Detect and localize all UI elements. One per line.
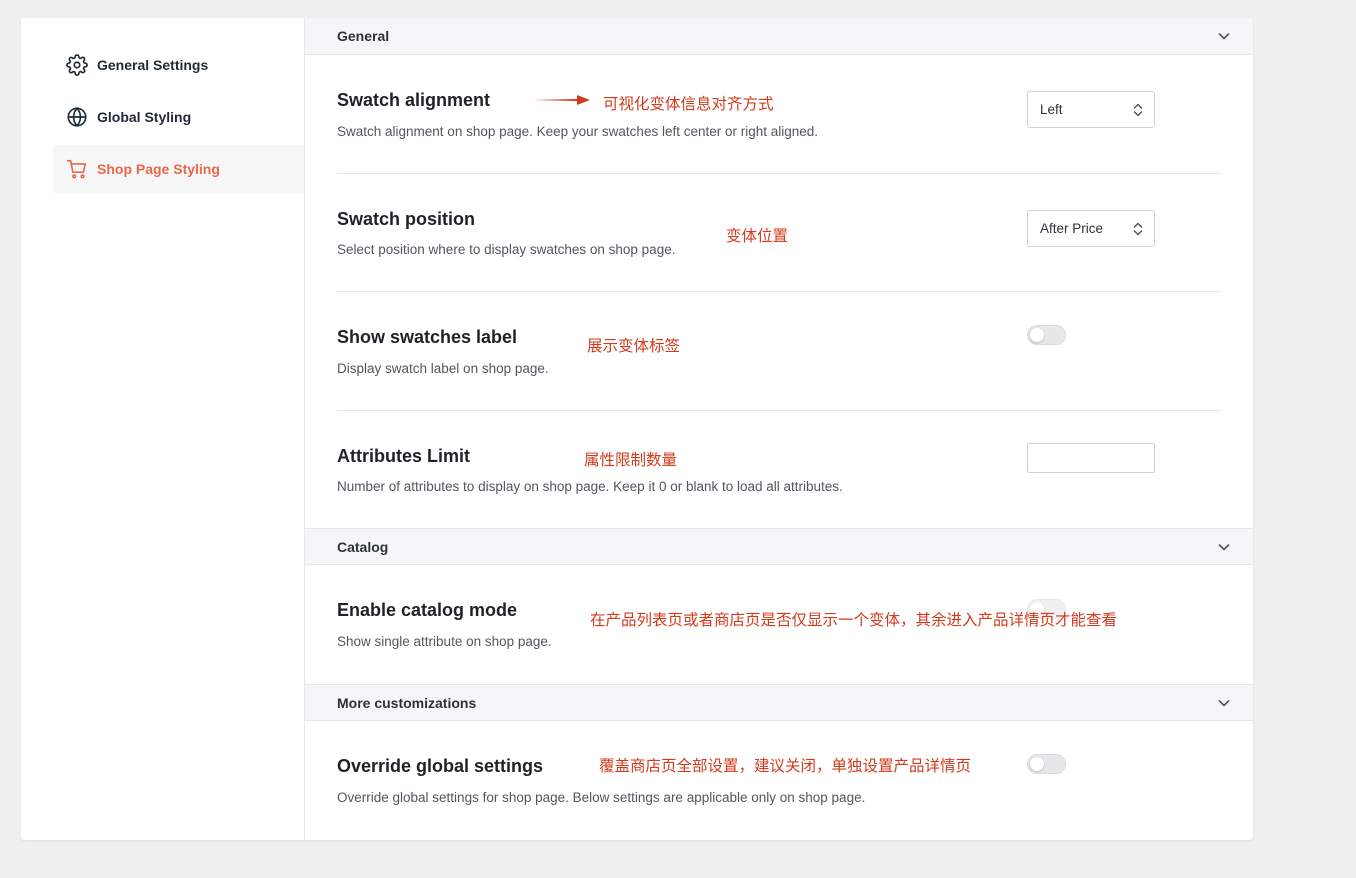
setting-description: Display swatch label on shop page. — [337, 361, 549, 376]
sidebar: General Settings Global Styling Shop Pag… — [21, 18, 305, 840]
sidebar-item-label: General Settings — [97, 57, 209, 73]
annotation-swatch-alignment: 可视化变体信息对齐方式 — [603, 95, 774, 113]
annotation-attributes-limit: 属性限制数量 — [584, 451, 678, 469]
setting-description: Swatch alignment on shop page. Keep your… — [337, 124, 819, 139]
section-more-customizations-header[interactable]: More customizations — [305, 684, 1253, 721]
annotation-override-global: 覆盖商店页全部设置，建议关闭，单独设置产品详情页 — [599, 757, 972, 775]
select-updown-icon — [1133, 222, 1143, 236]
sidebar-item-general-settings[interactable]: General Settings — [53, 41, 304, 89]
settings-card: General Settings Global Styling Shop Pag… — [21, 18, 1253, 840]
annotation-catalog-mode: 在产品列表页或者商店页是否仅显示一个变体，其余进入产品详情页才能查看 — [590, 611, 1118, 629]
swatch-position-select[interactable]: After Price — [1027, 210, 1155, 247]
cart-icon — [66, 158, 88, 180]
toggle-knob — [1030, 757, 1044, 771]
section-general-header[interactable]: General — [305, 18, 1253, 55]
globe-icon — [66, 106, 88, 128]
chevron-down-icon — [1218, 544, 1230, 551]
toggle-knob — [1030, 328, 1044, 342]
select-value: After Price — [1040, 221, 1104, 236]
setting-title: Override global settings — [337, 756, 544, 776]
override-global-settings-toggle[interactable] — [1027, 754, 1066, 774]
swatch-alignment-select[interactable]: Left — [1027, 91, 1155, 128]
annotation-show-label: 展示变体标签 — [587, 337, 681, 355]
section-title: General — [337, 28, 390, 44]
annotation-swatch-position: 变体位置 — [726, 227, 789, 245]
main-panel: General Swatch alignment Swatch alignmen… — [305, 18, 1253, 840]
annotation-arrow-icon — [533, 95, 590, 105]
setting-title: Show swatches label — [337, 327, 518, 347]
setting-description: Select position where to display swatche… — [337, 242, 676, 257]
select-updown-icon — [1133, 103, 1143, 117]
setting-description: Override global settings for shop page. … — [337, 790, 866, 805]
sidebar-item-shop-page-styling[interactable]: Shop Page Styling — [53, 145, 304, 193]
sidebar-item-global-styling[interactable]: Global Styling — [53, 93, 304, 141]
setting-show-swatches-label: Show swatches label Display swatch label… — [337, 292, 1221, 410]
section-catalog-header[interactable]: Catalog — [305, 528, 1253, 565]
section-title: More customizations — [337, 694, 477, 711]
setting-description: Show single attribute on shop page. — [337, 634, 552, 649]
chevron-down-icon — [1218, 700, 1230, 707]
show-swatches-label-toggle[interactable] — [1027, 325, 1066, 345]
setting-title: Swatch position — [337, 209, 476, 229]
setting-title: Attributes Limit — [337, 446, 470, 466]
attributes-limit-input[interactable] — [1027, 443, 1155, 473]
select-value: Left — [1040, 102, 1063, 117]
setting-title: Enable catalog mode — [337, 600, 518, 620]
sidebar-item-label: Global Styling — [97, 109, 192, 125]
gear-icon — [66, 54, 88, 76]
sidebar-item-label: Shop Page Styling — [97, 161, 220, 177]
setting-override-global-settings: Override global settings Override global… — [337, 721, 1221, 840]
chevron-down-icon — [1218, 33, 1230, 40]
setting-title: Swatch alignment — [337, 90, 491, 110]
section-title: Catalog — [337, 538, 389, 555]
setting-description: Number of attributes to display on shop … — [337, 479, 843, 494]
